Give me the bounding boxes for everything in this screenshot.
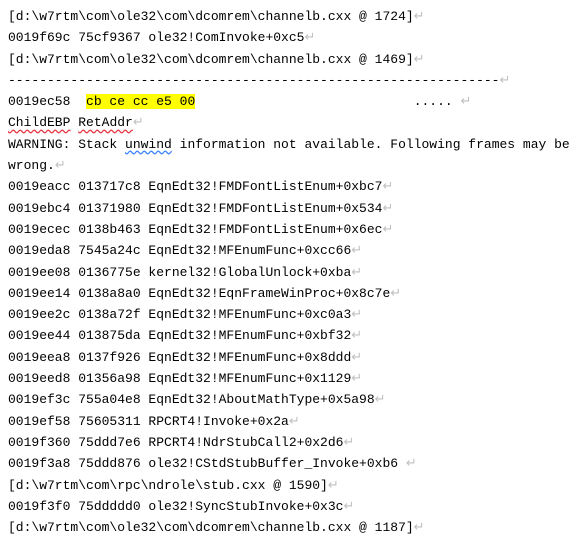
stack-frame-line: 0019ee44 013875da EqnEdt32!MFEnumFunc+0x… — [8, 325, 561, 346]
source-path-line: [d:\w7rtm\com\ole32\com\dcomrem\channelb… — [8, 6, 561, 27]
warning-unwind-word: unwind — [125, 137, 172, 152]
warning-line-2: wrong. — [8, 155, 561, 176]
stack-frame-line: 0019ecec 0138b463 EqnEdt32!FMDFontListEn… — [8, 219, 561, 240]
stack-header-line: ChildEBP RetAddr — [8, 112, 561, 133]
warning-prefix: WARNING: Stack — [8, 137, 125, 152]
ascii-tail: ..... — [414, 94, 453, 109]
stack-frame-line: 0019ee2c 0138a72f EqnEdt32!MFEnumFunc+0x… — [8, 304, 561, 325]
retaddr-label: RetAddr — [78, 115, 133, 130]
stack-frame-line: 0019f3a8 75ddd876 ole32!CStdStubBuffer_I… — [8, 453, 561, 474]
stack-frame-line: 0019f69c 75cf9367 ole32!ComInvoke+0xc5 — [8, 27, 561, 48]
stack-frame-line: 0019eed8 01356a98 EqnEdt32!MFEnumFunc+0x… — [8, 368, 561, 389]
stack-frame-line: 0019ee08 0136775e kernel32!GlobalUnlock+… — [8, 262, 561, 283]
highlighted-bytes: cb ce cc e5 00 — [86, 94, 195, 109]
childebp-label: ChildEBP — [8, 115, 70, 130]
stack-frame-line: 0019f3f0 75ddddd0 ole32!SyncStubInvoke+0… — [8, 496, 561, 517]
stack-frame-line: 0019ef3c 755a04e8 EqnEdt32!AboutMathType… — [8, 389, 561, 410]
debugger-output: [d:\w7rtm\com\ole32\com\dcomrem\channelb… — [0, 0, 569, 534]
stack-frame-line: 0019ebc4 01371980 EqnEdt32!FMDFontListEn… — [8, 198, 561, 219]
stack-frame-line: 0019eacc 013717c8 EqnEdt32!FMDFontListEn… — [8, 176, 561, 197]
stack-frame-line: 0019eea8 0137f926 EqnEdt32!MFEnumFunc+0x… — [8, 347, 561, 368]
source-path-line: [d:\w7rtm\com\ole32\com\dcomrem\channelb… — [8, 49, 561, 70]
separator-line: ----------------------------------------… — [8, 70, 561, 91]
stack-frame-line: 0019f360 75ddd7e6 RPCRT4!NdrStubCall2+0x… — [8, 432, 561, 453]
stack-frame-line: 0019ee14 0138a8a0 EqnEdt32!EqnFrameWinPr… — [8, 283, 561, 304]
source-path-line: [d:\w7rtm\com\ole32\com\dcomrem\channelb… — [8, 517, 561, 534]
memory-dump-line: 0019ec58 cb ce cc e5 00 ..... — [8, 91, 561, 112]
stack-frame-line: 0019eda8 7545a24c EqnEdt32!MFEnumFunc+0x… — [8, 240, 561, 261]
stack-frame-line: 0019ef58 75605311 RPCRT4!Invoke+0x2a — [8, 411, 561, 432]
warning-line-1: WARNING: Stack unwind information not av… — [8, 134, 561, 155]
source-path-line: [d:\w7rtm\com\rpc\ndrole\stub.cxx @ 1590… — [8, 475, 561, 496]
warning-rest: information not available. Following fra… — [172, 137, 569, 152]
addr: 0019ec58 — [8, 94, 70, 109]
